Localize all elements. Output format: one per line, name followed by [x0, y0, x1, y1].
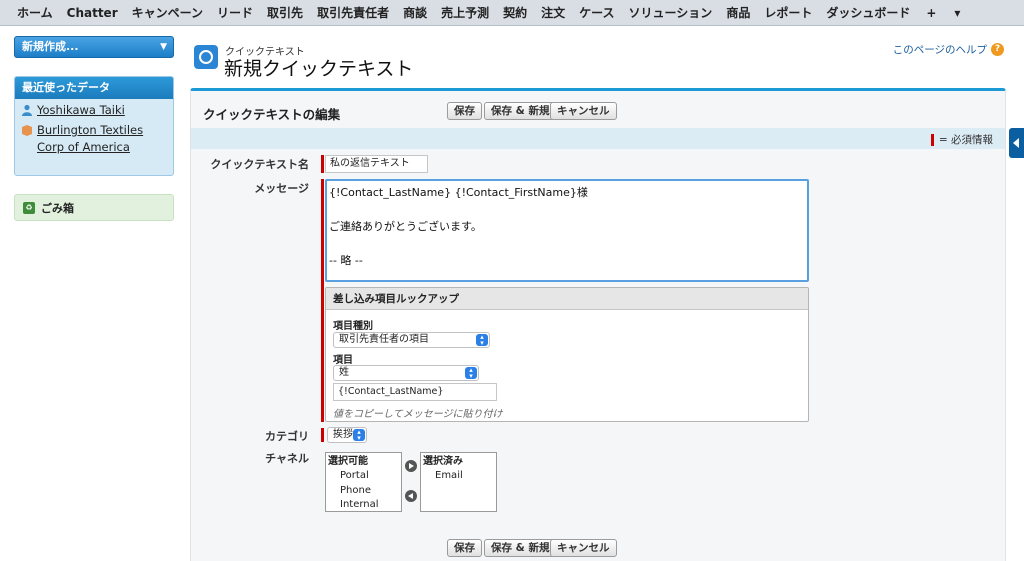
save-new-button[interactable]: 保存 & 新規 — [484, 102, 557, 120]
required-legend-text: = 必須情報 — [938, 134, 993, 146]
top-nav-bar: ホーム Chatter キャンペーン リード 取引先 取引先責任者 商談 売上予… — [0, 0, 1024, 26]
account-icon — [22, 125, 32, 136]
quick-text-name-input[interactable]: 私の返信テキスト — [325, 155, 428, 173]
tab-contracts[interactable]: 契約 — [496, 0, 534, 26]
cancel-button-bottom[interactable]: キャンセル — [550, 539, 617, 557]
message-line — [329, 201, 805, 218]
required-marker — [930, 133, 934, 146]
save-new-button-bottom[interactable]: 保存 & 新規 — [484, 539, 557, 557]
recycle-bin-label: ごみ箱 — [41, 201, 74, 215]
tab-orders[interactable]: 注文 — [534, 0, 572, 26]
recent-items-panel: 最近使ったデータ Yoshikawa Taiki Burlington Text… — [14, 76, 174, 176]
required-marker — [321, 428, 324, 442]
edit-panel-title: クイックテキストの編集 — [203, 107, 341, 122]
tab-contacts[interactable]: 取引先責任者 — [310, 0, 396, 26]
channel-option[interactable]: Internal — [328, 498, 401, 513]
recent-items-title: 最近使ったデータ — [15, 77, 173, 99]
quick-text-name-label: クイックテキスト名 — [210, 158, 309, 171]
tab-campaigns[interactable]: キャンペーン — [125, 0, 210, 26]
plus-icon[interactable]: + — [917, 0, 945, 26]
recent-item-contact[interactable]: Yoshikawa Taiki — [15, 99, 173, 119]
recent-item-account[interactable]: Burlington Textiles Corp of America — [15, 119, 173, 156]
merge-field-value-input[interactable]: {!Contact_LastName} — [333, 383, 497, 401]
select-stepper-icon: ▴ ▾ — [476, 334, 488, 347]
required-marker — [321, 155, 324, 173]
help-link[interactable]: このページのヘルプ ? — [893, 42, 1004, 57]
category-value: 挨拶 — [333, 429, 353, 440]
create-new-label: 新規作成... — [22, 40, 79, 53]
category-label: カテゴリ — [265, 430, 309, 443]
tab-cases[interactable]: ケース — [572, 0, 621, 26]
category-select[interactable]: 挨拶 ▴ ▾ — [327, 427, 367, 443]
save-button[interactable]: 保存 — [447, 102, 482, 120]
message-label: メッセージ — [254, 182, 309, 195]
recycle-bin-link[interactable]: ♻ ごみ箱 — [14, 194, 174, 221]
field-value: 姓 — [339, 367, 349, 378]
message-line: -- 略 -- — [329, 254, 363, 267]
field-type-value: 取引先責任者の項目 — [339, 334, 429, 345]
required-legend: = 必須情報 — [930, 132, 993, 147]
channel-option[interactable]: Phone — [328, 484, 401, 499]
message-line: ご連絡ありがとうございます。 — [329, 220, 482, 233]
field-type-label: 項目種別 — [333, 321, 373, 332]
page-title: 新規クイックテキスト — [224, 58, 414, 80]
message-textarea[interactable]: {!Contact_LastName} {!Contact_FirstName}… — [325, 179, 809, 282]
field-label: 項目 — [333, 355, 353, 366]
cancel-button[interactable]: キャンセル — [550, 102, 617, 120]
tab-dashboards[interactable]: ダッシュボード — [819, 0, 917, 26]
merge-field-lookup-title: 差し込み項目ルックアップ — [326, 288, 808, 310]
merge-field-lookup: 差し込み項目ルックアップ 項目種別 取引先責任者の項目 ▴ ▾ 項目 姓 ▴ ▾ {… — [325, 287, 809, 422]
chevron-down-icon[interactable]: ▾ — [945, 0, 969, 26]
chevron-down-icon: ▼ — [160, 42, 167, 52]
tab-products[interactable]: 商品 — [719, 0, 757, 26]
tab-chatter[interactable]: Chatter — [60, 0, 125, 26]
tab-home[interactable]: ホーム — [10, 0, 60, 26]
quick-text-icon — [194, 45, 218, 69]
person-icon — [22, 104, 32, 116]
message-line: {!Contact_LastName} {!Contact_FirstName}… — [329, 186, 588, 199]
available-channels-list[interactable]: 選択可能 Portal Phone Internal — [325, 452, 402, 512]
help-link-label[interactable]: このページのヘルプ — [893, 42, 987, 57]
selected-channels-list[interactable]: 選択済み Email — [420, 452, 497, 512]
tab-solutions[interactable]: ソリューション — [622, 0, 720, 26]
save-button-bottom[interactable]: 保存 — [447, 539, 482, 557]
channel-option[interactable]: Portal — [328, 469, 401, 484]
available-channels-title: 選択可能 — [328, 456, 368, 467]
help-icon[interactable]: ? — [991, 43, 1004, 56]
select-stepper-icon: ▴ ▾ — [353, 429, 365, 442]
select-stepper-icon: ▴ ▾ — [465, 367, 477, 380]
required-marker — [321, 179, 324, 422]
field-type-select[interactable]: 取引先責任者の項目 ▴ ▾ — [333, 332, 490, 348]
recent-item-label[interactable]: Burlington Textiles Corp of America — [37, 122, 167, 156]
channel-option[interactable]: Email — [423, 469, 496, 484]
trash-icon: ♻ — [23, 201, 35, 214]
tab-forecasts[interactable]: 売上予測 — [434, 0, 496, 26]
tab-reports[interactable]: レポート — [757, 0, 819, 26]
move-right-icon[interactable] — [405, 460, 417, 472]
sidebar-toggle-handle[interactable] — [1009, 128, 1024, 158]
required-info-bar — [191, 128, 1005, 149]
selected-channels-title: 選択済み — [423, 456, 463, 467]
create-new-dropdown[interactable]: 新規作成... ▼ — [14, 36, 174, 58]
recent-item-label[interactable]: Yoshikawa Taiki — [37, 102, 125, 119]
merge-field-hint: 値をコピーしてメッセージに貼り付け — [333, 409, 503, 420]
tab-accounts[interactable]: 取引先 — [260, 0, 310, 26]
tab-opportunities[interactable]: 商談 — [396, 0, 434, 26]
field-select[interactable]: 姓 ▴ ▾ — [333, 365, 479, 381]
sidebar: 新規作成... ▼ 最近使ったデータ Yoshikawa Taiki Burli… — [0, 26, 186, 561]
message-line — [329, 235, 805, 252]
channel-label: チャネル — [265, 452, 309, 465]
move-left-icon[interactable] — [405, 490, 417, 502]
tab-leads[interactable]: リード — [210, 0, 260, 26]
